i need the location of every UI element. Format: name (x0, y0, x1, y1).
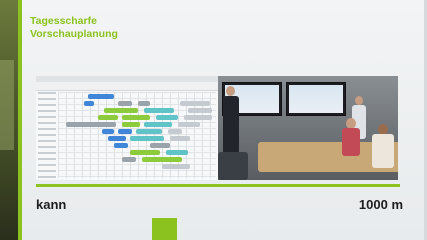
track-start-label: kann (36, 197, 67, 212)
slide-title-line2: Vorschauplanung (30, 28, 118, 40)
slide-title-line1: Tagesscharfe (30, 15, 97, 27)
planner-block (144, 108, 174, 113)
planner-row-labels (38, 92, 56, 178)
attendee-seated (372, 134, 394, 168)
planner-block (162, 164, 190, 169)
attendee-foreground (218, 152, 248, 180)
planner-block (118, 129, 132, 134)
planner-block (170, 136, 190, 141)
planner-grid (58, 92, 216, 178)
planner-block (122, 115, 150, 120)
planner-block (118, 101, 132, 106)
planner-block (108, 136, 126, 141)
planner-block (156, 115, 178, 120)
planner-block (178, 122, 200, 127)
attendee-head (355, 96, 363, 105)
accent-vertical-bar (18, 0, 22, 240)
planner-block (130, 150, 160, 155)
planner-screenshot (36, 76, 220, 180)
presenter-head (226, 86, 235, 96)
wall-display-right (286, 82, 346, 116)
planner-block (166, 150, 188, 155)
planner-block (88, 94, 114, 99)
planner-block (84, 101, 94, 106)
planner-block (114, 143, 128, 148)
planner-block (180, 101, 210, 106)
planner-block (184, 115, 212, 120)
presenter (223, 96, 239, 154)
accent-square (152, 218, 177, 240)
planner-block (138, 101, 150, 106)
planner-block (122, 157, 136, 162)
planner-block (136, 129, 162, 134)
planner-block (104, 108, 138, 113)
slide-title: Tagesscharfe Vorschauplanung (30, 15, 118, 41)
track-end-label: 1000 m (358, 197, 403, 212)
planner-block (98, 115, 118, 120)
distance-track (36, 184, 400, 187)
planner-block (102, 129, 114, 134)
planner-block (150, 143, 170, 148)
planner-toolbar (36, 82, 218, 91)
planner-block (130, 136, 164, 141)
meeting-room (218, 76, 398, 180)
left-photo-highlight (0, 60, 14, 150)
planner-block (188, 108, 212, 113)
meeting-photo (36, 76, 398, 180)
planner-block (142, 157, 182, 162)
planner-block (122, 122, 140, 127)
attendee-seated (342, 128, 360, 156)
planner-block (144, 122, 172, 127)
planner-block (168, 129, 182, 134)
planner-block (66, 122, 116, 127)
